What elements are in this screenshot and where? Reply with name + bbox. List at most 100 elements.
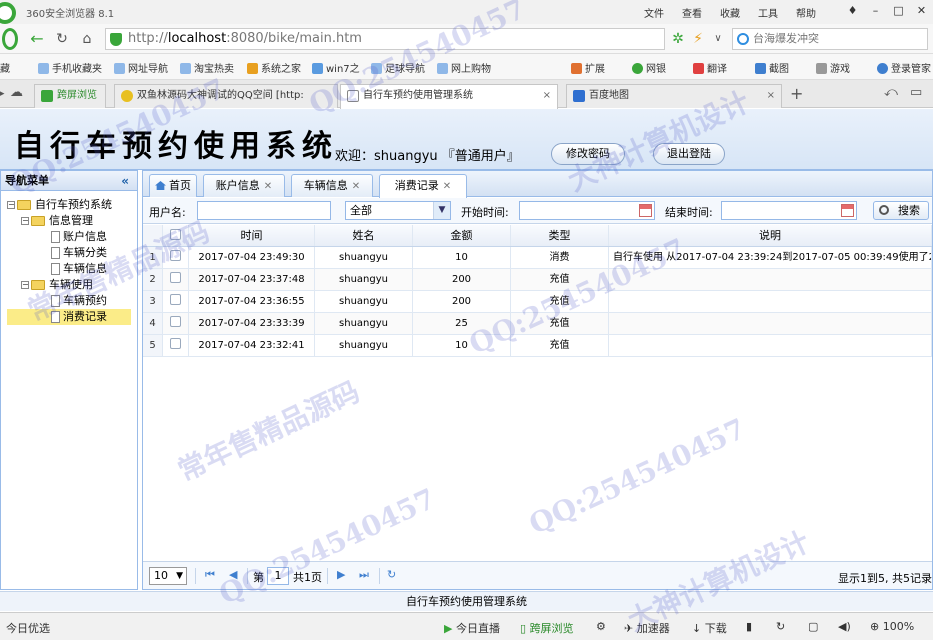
fav-item[interactable]: 手机收藏夹 [38, 60, 102, 75]
refresh-icon[interactable]: ↻ [776, 620, 785, 633]
browser-tab-active[interactable]: 自行车预约使用管理系统 × [340, 84, 558, 109]
toolbar-bank[interactable]: 网银 [632, 60, 666, 75]
row-checkbox[interactable] [170, 250, 181, 261]
browser-tab[interactable]: 跨屏浏览 [34, 84, 106, 108]
settings-icon[interactable]: ⚙ [596, 620, 606, 633]
new-tab-icon[interactable]: + [790, 84, 803, 103]
fav-item[interactable]: 系统之家 [247, 60, 301, 75]
first-page-icon[interactable]: ⏮ [205, 568, 215, 582]
refresh-icon[interactable]: ↻ [52, 29, 72, 49]
url-input[interactable]: http://localhost:8080/bike/main.htm [105, 28, 665, 50]
status-zoom[interactable]: ⊕ 100% [870, 620, 914, 633]
toolbar-games[interactable]: 游戏 [816, 60, 850, 75]
status-left[interactable]: 今日优选 [6, 620, 50, 636]
browser-tab[interactable]: 双鱼林源码大神调试的QQ空间 [http: [114, 84, 338, 108]
volume-icon[interactable]: ◀) [838, 620, 851, 633]
menu-tools[interactable]: 工具 [758, 5, 778, 20]
maximize-icon[interactable]: □ [887, 0, 910, 22]
table-row[interactable]: 5 2017-07-04 23:32:41 shuangyu 10 充值 [143, 335, 932, 357]
last-page-icon[interactable]: ⏭ [359, 568, 369, 582]
minimize-icon[interactable]: – [864, 0, 887, 22]
collapse-toggle-icon[interactable]: − [21, 217, 29, 225]
collapse-icon[interactable]: « [121, 171, 129, 191]
fav-item[interactable]: 网址导航 [114, 60, 168, 75]
page-number-input[interactable]: 1 [267, 567, 289, 585]
status-live[interactable]: ▶ 今日直播 [444, 620, 500, 636]
tab-vehicle-info[interactable]: 车辆信息 ✕ [291, 174, 373, 197]
type-select[interactable]: 全部 ▼ [345, 201, 451, 220]
tree-leaf-account-info[interactable]: 账户信息 [49, 229, 107, 245]
accelerate-icon[interactable]: ✲ [668, 29, 688, 49]
restore-icon[interactable]: ⤺ [884, 85, 898, 100]
change-password-button[interactable]: 修改密码 [551, 143, 625, 165]
trash-icon[interactable]: ▭ [910, 85, 922, 100]
toolbar-screenshot[interactable]: 截图 [755, 60, 789, 75]
header-description[interactable]: 说明 [609, 225, 932, 246]
close-icon[interactable]: ✕ [443, 181, 451, 192]
menu-favorites[interactable]: 收藏 [720, 5, 740, 20]
collapse-toggle-icon[interactable]: − [7, 201, 15, 209]
header-amount[interactable]: 金额 [413, 225, 511, 246]
status-download[interactable]: ↓ 下载 [692, 620, 727, 636]
table-row[interactable]: 1 2017-07-04 23:49:30 shuangyu 10 消费 自行车… [143, 247, 932, 269]
tree-leaf-vehicle-reservation[interactable]: 车辆预约 [49, 293, 107, 309]
status-cross-screen[interactable]: ▯ 跨屏浏览 [520, 620, 574, 636]
calendar-icon[interactable] [841, 204, 854, 217]
toolbar-extensions[interactable]: 扩展 [571, 60, 605, 75]
next-page-icon[interactable]: ▶ [337, 568, 345, 581]
tree-node-root[interactable]: − 自行车预约系统 [7, 197, 112, 213]
toolbar-login[interactable]: 登录管家 [877, 60, 931, 75]
tree-leaf-consumption-records[interactable]: 消费记录 [7, 309, 131, 325]
row-checkbox[interactable] [170, 338, 181, 349]
lightning-icon[interactable]: ⚡ [688, 29, 708, 49]
tab-account-info[interactable]: 账户信息 ✕ [203, 174, 285, 197]
close-icon[interactable]: ✕ [264, 181, 272, 192]
calendar-icon[interactable] [639, 204, 652, 217]
close-icon[interactable]: ✕ [352, 181, 360, 192]
close-tab-icon[interactable]: × [543, 85, 551, 107]
status-accelerator[interactable]: ✈ 加速器 [624, 620, 670, 636]
tree-leaf-vehicle-category[interactable]: 车辆分类 [49, 245, 107, 261]
back-icon[interactable]: ← [27, 29, 47, 49]
menu-view[interactable]: 查看 [682, 5, 702, 20]
search-input[interactable]: 台海爆发冲突 [732, 28, 928, 50]
fav-item[interactable]: 淘宝热卖 [180, 60, 234, 75]
menu-help[interactable]: 帮助 [796, 5, 816, 20]
header-time[interactable]: 时间 [189, 225, 315, 246]
logout-button[interactable]: 退出登陆 [653, 143, 725, 165]
collapse-toggle-icon[interactable]: − [21, 281, 29, 289]
fav-item[interactable]: 藏 [0, 60, 10, 75]
undo-icon[interactable]: ▸ [0, 86, 5, 101]
close-tab-icon[interactable]: × [767, 85, 775, 107]
tab-home[interactable]: 首页 [149, 174, 197, 197]
tree-leaf-vehicle-info[interactable]: 车辆信息 [49, 261, 107, 277]
row-checkbox[interactable] [170, 316, 181, 327]
sound-icon[interactable]: ▮ [746, 620, 752, 633]
table-row[interactable]: 4 2017-07-04 23:33:39 shuangyu 25 充值 [143, 313, 932, 335]
page-size-select[interactable]: 10 ▼ [149, 567, 187, 585]
home-icon[interactable]: ⌂ [77, 29, 97, 49]
shirt-icon[interactable]: ♦ [841, 0, 864, 22]
header-type[interactable]: 类型 [511, 225, 609, 246]
end-time-input[interactable] [721, 201, 857, 220]
browser-tab[interactable]: 百度地图 × [566, 84, 782, 108]
window-icon[interactable]: ▢ [808, 620, 818, 633]
row-checkbox[interactable] [170, 272, 181, 283]
start-time-input[interactable] [519, 201, 655, 220]
fav-item[interactable]: 足球导航 [371, 60, 425, 75]
table-row[interactable]: 2 2017-07-04 23:37:48 shuangyu 200 充值 [143, 269, 932, 291]
menu-file[interactable]: 文件 [644, 5, 664, 20]
table-row[interactable]: 3 2017-07-04 23:36:55 shuangyu 200 充值 [143, 291, 932, 313]
tree-node-vehicle-use[interactable]: − 车辆使用 [21, 277, 93, 293]
row-checkbox[interactable] [170, 294, 181, 305]
search-button[interactable]: 搜索 [873, 201, 929, 220]
chevron-down-icon[interactable]: ▼ [433, 202, 450, 219]
refresh-icon[interactable]: ↻ [387, 568, 396, 581]
tab-consumption-records[interactable]: 消费记录 ✕ [379, 174, 467, 198]
fav-item[interactable]: win7之 [312, 60, 360, 75]
tree-node-info-management[interactable]: − 信息管理 [21, 213, 93, 229]
prev-page-icon[interactable]: ◀ [229, 568, 237, 581]
header-name[interactable]: 姓名 [315, 225, 413, 246]
select-all-checkbox[interactable] [170, 229, 181, 240]
fav-item[interactable]: 网上购物 [437, 60, 491, 75]
